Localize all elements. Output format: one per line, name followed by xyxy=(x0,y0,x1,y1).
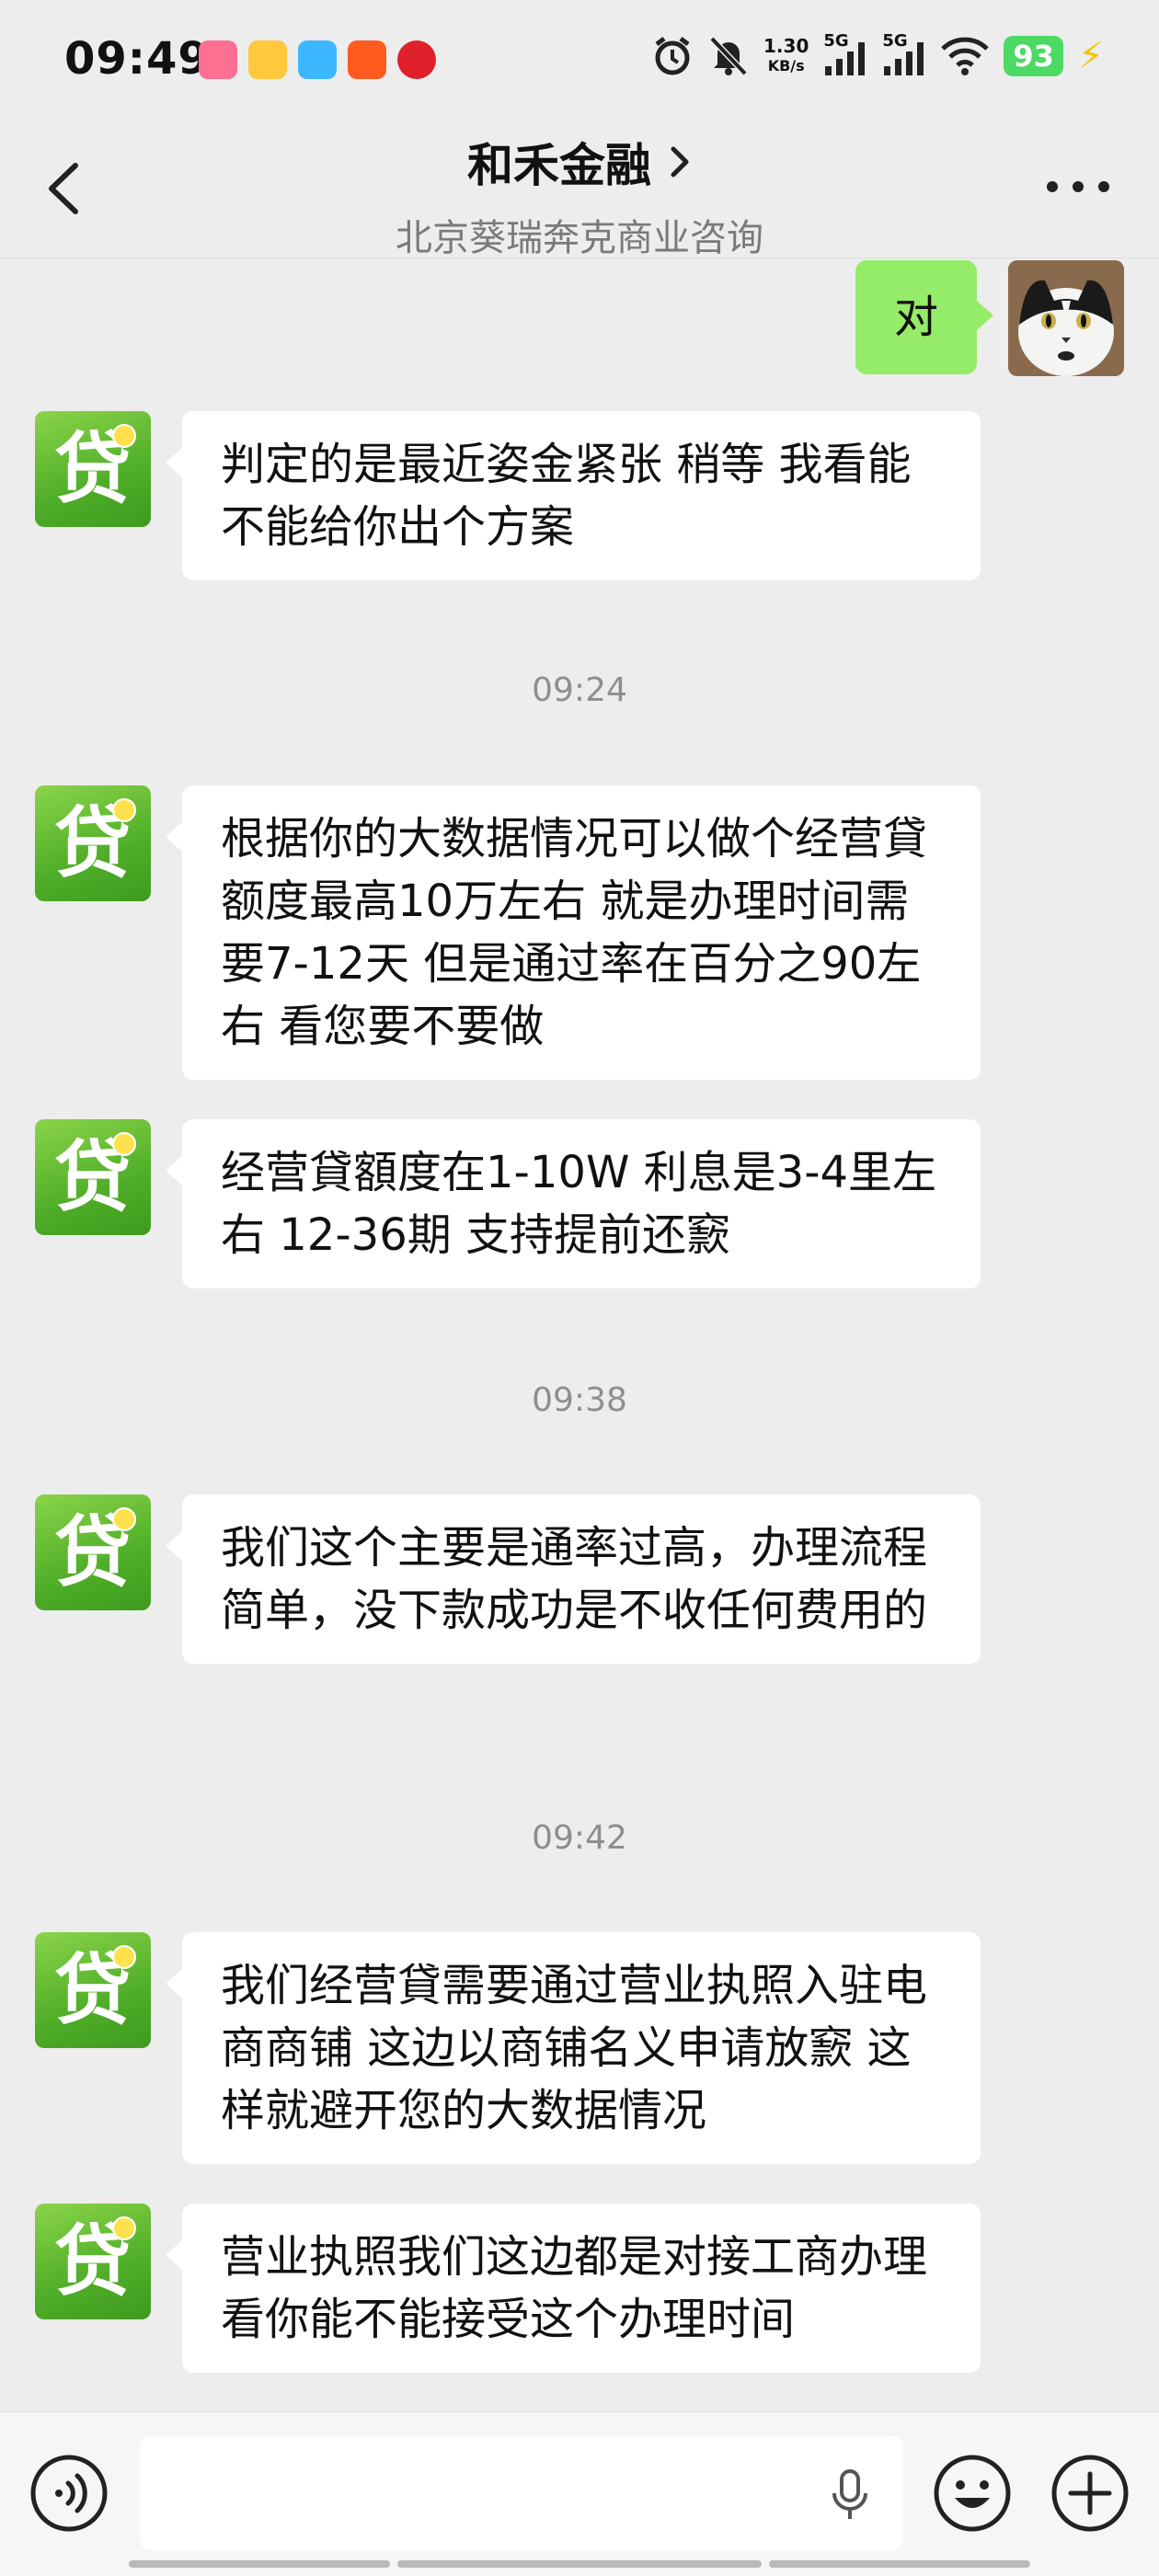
charging-bolt-icon: ⚡ xyxy=(1077,35,1104,77)
app-notification-icon xyxy=(298,40,337,79)
mic-icon[interactable] xyxy=(824,2467,876,2523)
network-speed: 1.30 KB/s xyxy=(763,36,809,76)
contact-avatar[interactable]: 贷 xyxy=(35,1494,151,1610)
contact-avatar[interactable]: 贷 xyxy=(35,1932,151,2048)
more-dots-icon xyxy=(1047,181,1109,192)
chat-title-row[interactable]: 和禾金融 xyxy=(467,129,692,195)
coin-icon xyxy=(112,2216,136,2240)
message-timestamp: 09:42 xyxy=(532,1819,627,1857)
nav-handle-segment xyxy=(769,2560,1030,2568)
chat-title: 和禾金融 xyxy=(467,139,651,192)
coin-icon xyxy=(112,1132,136,1156)
outgoing-message-bubble[interactable]: 对 xyxy=(855,260,993,374)
voice-icon xyxy=(30,2455,108,2532)
incoming-message-bubble[interactable]: 我们经营貸需要通过营业执照入驻电商商铺 这边以商铺名义申请放窾 这样就避开您的大… xyxy=(166,1932,981,2164)
coin-icon xyxy=(112,1507,136,1531)
status-right: 1.30 KB/s 5G 5G 93 ⚡ xyxy=(651,31,1104,77)
nav-handle-segment xyxy=(129,2560,390,2568)
contact-avatar[interactable]: 贷 xyxy=(35,1119,151,1235)
nav-handle-segment xyxy=(397,2560,762,2568)
contact-avatar[interactable]: 贷 xyxy=(35,785,151,901)
contact-avatar[interactable]: 贷 xyxy=(35,411,151,527)
signal-bars-icon xyxy=(884,42,924,75)
status-time: 09:49 xyxy=(64,33,210,85)
title-area[interactable]: 和禾金融 北京葵瑞奔克商业咨询 xyxy=(0,129,1159,261)
battery-level: 93 xyxy=(1004,36,1063,76)
more-options-button[interactable] xyxy=(1041,173,1115,200)
wifi-icon xyxy=(941,37,990,75)
chat-header: 和禾金融 北京葵瑞奔克商业咨询 xyxy=(0,120,1159,261)
coin-icon xyxy=(112,1945,136,1969)
emoji-button[interactable] xyxy=(933,2454,1012,2533)
voice-input-button[interactable] xyxy=(29,2454,109,2533)
more-functions-button[interactable] xyxy=(1050,2454,1130,2533)
signal-bars-icon xyxy=(825,42,866,75)
app-notification-icon xyxy=(248,40,287,79)
message-timestamp: 09:24 xyxy=(532,671,627,709)
plus-icon xyxy=(1051,2455,1129,2532)
incoming-message-bubble[interactable]: 营业执照我们这边都是对接工商办理 看你能不能接受这个办理时间 xyxy=(166,2204,981,2373)
user-avatar[interactable] xyxy=(1008,260,1124,376)
incoming-message-bubble[interactable]: 根据你的大数据情况可以做个经营貸 额度最高10万左右 就是办理时间需要7-12天… xyxy=(166,785,981,1080)
app-notification-icon xyxy=(348,40,386,79)
contact-avatar[interactable]: 贷 xyxy=(35,2204,151,2319)
chevron-right-icon xyxy=(671,146,689,177)
emoji-icon xyxy=(934,2455,1011,2532)
chat-input-bar xyxy=(0,2411,1159,2576)
signal-strength-2: 5G xyxy=(882,31,926,77)
coin-icon xyxy=(112,424,136,448)
app-notification-icon xyxy=(397,40,436,79)
incoming-message-bubble[interactable]: 我们这个主要是通率过高，办理流程简单，没下款成功是不收任何费用的 xyxy=(166,1494,981,1664)
cat-avatar-image xyxy=(1008,260,1124,376)
alarm-icon xyxy=(655,37,690,75)
status-bar: 09:49 1.30 KB/s 5G 5G 93 ⚡ xyxy=(0,0,1159,120)
app-notification-icon xyxy=(199,40,237,79)
incoming-message-bubble[interactable]: 判定的是最近姿金紧张 稍等 我看能不能给你出个方案 xyxy=(166,411,981,580)
notification-icons xyxy=(199,40,436,79)
network-speed-value: 1.30 xyxy=(763,35,809,57)
system-navigation-handle[interactable] xyxy=(0,2560,1159,2570)
signal-strength-1: 5G xyxy=(823,31,867,77)
mute-bell-icon xyxy=(709,36,748,76)
message-input[interactable] xyxy=(140,2436,903,2550)
incoming-message-bubble[interactable]: 经营貸額度在1-10W 利息是3-4里左右 12-36期 支持提前还窾 xyxy=(166,1119,981,1288)
network-speed-unit: KB/s xyxy=(767,57,805,74)
message-timestamp: 09:38 xyxy=(532,1381,627,1419)
chat-subtitle: 北京葵瑞奔克商业咨询 xyxy=(396,217,763,259)
coin-icon xyxy=(112,798,136,822)
